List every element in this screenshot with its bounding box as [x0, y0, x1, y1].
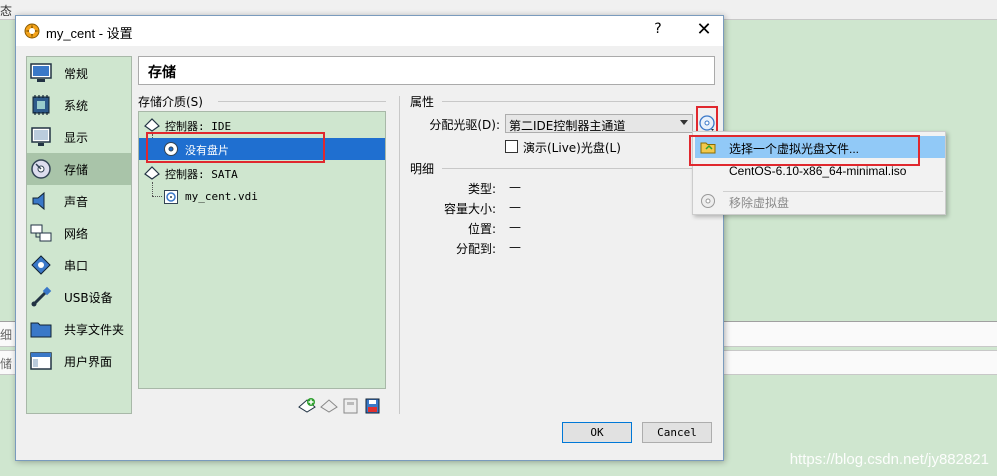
- page-title: 存储: [148, 65, 176, 81]
- annotation-highlight-tree: [146, 132, 325, 163]
- dialog-titlebar[interactable]: my_cent - 设置 ? ✕: [16, 16, 723, 46]
- remove-attachment-icon[interactable]: [364, 397, 382, 415]
- sidebar-item-label: 用户界面: [64, 355, 113, 369]
- storage-icon: [31, 159, 51, 179]
- sidebar-item-audio[interactable]: 声音: [27, 185, 131, 217]
- sidebar-item-serial-port[interactable]: 串口: [27, 249, 131, 281]
- controller-icon: [144, 166, 160, 180]
- settings-dialog: my_cent - 设置 ? ✕ 常规 系统 显示 存储 声音 网络 串口 US…: [15, 15, 724, 461]
- live-cd-label: 演示(Live)光盘(L): [523, 141, 621, 155]
- detail-label-attached: 分配到:: [455, 242, 496, 256]
- vertical-divider: [399, 96, 400, 414]
- shared-folder-icon: [30, 322, 52, 338]
- cancel-button[interactable]: Cancel: [642, 422, 712, 443]
- attributes-title: 属性: [410, 95, 435, 109]
- divider: [442, 168, 715, 169]
- details-title: 明细: [410, 162, 435, 176]
- virtualbox-icon: [24, 23, 40, 39]
- tree-row-disk[interactable]: my_cent.vdi: [139, 186, 385, 208]
- sidebar-item-label: 系统: [64, 99, 89, 113]
- sidebar-item-label: 存储: [64, 163, 89, 177]
- storage-media-label: 存储介质(S): [138, 95, 203, 109]
- sidebar-item-network[interactable]: 网络: [27, 217, 131, 249]
- tree-item-label: my_cent.vdi: [185, 190, 258, 203]
- sidebar-item-label: USB设备: [64, 291, 113, 305]
- controller-icon: [144, 118, 160, 132]
- tree-row-controller-sata[interactable]: 控制器: SATA: [139, 162, 385, 184]
- close-button[interactable]: ✕: [694, 19, 714, 41]
- drive-label: 分配光驱(D):: [429, 118, 500, 132]
- general-icon: [30, 63, 52, 82]
- usb-icon: [31, 286, 52, 307]
- divider: [442, 101, 715, 102]
- dialog-title: my_cent - 设置: [46, 26, 133, 41]
- background-strip-text: 细: [0, 328, 13, 342]
- tree-item-label: 控制器: SATA: [165, 168, 238, 181]
- menu-item-label: 移除虚拟盘: [729, 196, 790, 210]
- drive-select[interactable]: 第二IDE控制器主通道: [505, 114, 693, 133]
- drive-select-value: 第二IDE控制器主通道: [509, 119, 626, 133]
- sidebar-item-label: 常规: [64, 67, 89, 81]
- live-cd-checkbox[interactable]: [505, 140, 518, 153]
- sidebar-item-storage[interactable]: 存储: [27, 153, 131, 185]
- audio-icon: [32, 191, 45, 211]
- remove-controller-icon[interactable]: [320, 397, 338, 415]
- detail-label-type: 类型:: [467, 182, 496, 196]
- sidebar-item-label: 声音: [64, 195, 89, 209]
- sidebar-item-label: 串口: [64, 259, 89, 273]
- network-icon: [30, 224, 52, 242]
- sidebar-item-general[interactable]: 常规: [27, 57, 131, 89]
- detail-value-type: —: [509, 180, 521, 194]
- serial-port-icon: [31, 255, 51, 275]
- menu-item-remove-disc: 移除虚拟盘: [695, 190, 945, 212]
- settings-sidebar: 常规 系统 显示 存储 声音 网络 串口 USB设备 共享文件夹 用户界面: [26, 56, 132, 414]
- detail-value-location: —: [509, 220, 521, 234]
- sidebar-item-label: 共享文件夹: [64, 323, 125, 337]
- detail-label-location: 位置:: [467, 222, 496, 236]
- hard-disk-icon: [164, 190, 178, 204]
- remove-disc-icon: [701, 194, 715, 208]
- background-strip-text: 储: [0, 357, 13, 371]
- detail-value-size: —: [509, 200, 521, 214]
- sidebar-item-shared-folder[interactable]: 共享文件夹: [27, 313, 131, 345]
- system-icon: [32, 95, 50, 115]
- sidebar-item-system[interactable]: 系统: [27, 89, 131, 121]
- ok-button[interactable]: OK: [562, 422, 632, 443]
- sidebar-item-display[interactable]: 显示: [27, 121, 131, 153]
- watermark: https://blog.csdn.net/jy882821: [789, 451, 989, 468]
- detail-value-attached: —: [509, 240, 521, 254]
- detail-label-size: 容量大小:: [443, 202, 496, 216]
- annotation-highlight-menu-item: [689, 135, 920, 166]
- menu-item-label: CentOS-6.10-x86_64-minimal.iso: [729, 164, 907, 178]
- page-header: 存储: [138, 56, 715, 85]
- display-icon: [31, 127, 51, 146]
- sidebar-item-label: 网络: [64, 227, 89, 241]
- add-attachment-icon[interactable]: [342, 397, 360, 415]
- sidebar-item-usb[interactable]: USB设备: [27, 281, 131, 313]
- divider: [218, 101, 386, 102]
- sidebar-item-user-interface[interactable]: 用户界面: [27, 345, 131, 377]
- background-window-text: 态: [0, 4, 13, 18]
- chevron-down-icon: [680, 120, 688, 125]
- help-button[interactable]: ?: [650, 21, 666, 41]
- add-controller-icon[interactable]: [298, 397, 316, 415]
- sidebar-item-label: 显示: [64, 131, 89, 145]
- user-interface-icon: [30, 352, 52, 370]
